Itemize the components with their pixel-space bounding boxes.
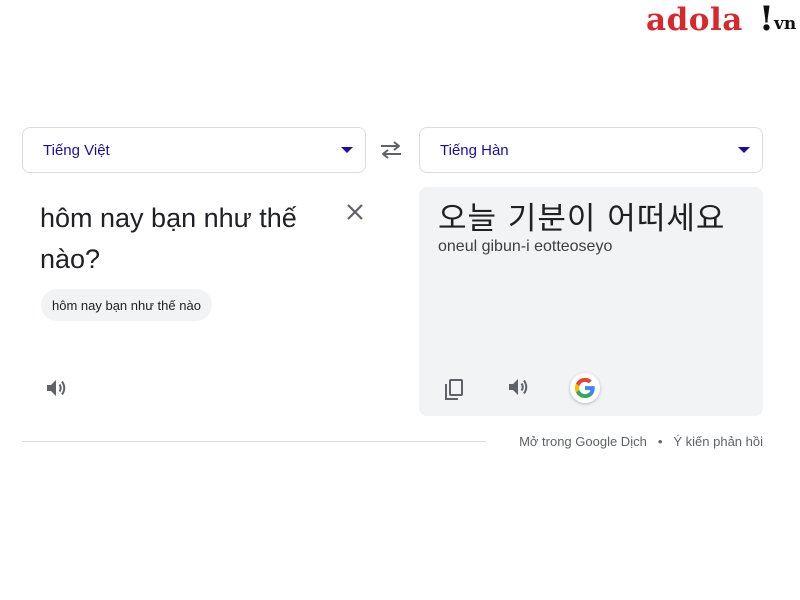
target-language-label: Tiếng Hàn: [440, 141, 509, 159]
footer-separator: •: [657, 434, 663, 449]
watermark-tld: vn: [774, 14, 797, 34]
source-language-select[interactable]: Tiếng Việt: [22, 127, 366, 173]
copy-icon: [445, 379, 463, 400]
source-listen-button[interactable]: [42, 374, 70, 402]
footer-divider: [22, 441, 486, 442]
google-logo-button[interactable]: [570, 373, 600, 403]
source-language-label: Tiếng Việt: [43, 141, 110, 159]
translation-panel: 오늘 기분이 어떠세요 oneul gibun-i eotteoseyo: [419, 187, 763, 416]
suggestion-chip[interactable]: hôm nay bạn như thế nào: [41, 289, 212, 321]
copy-translation-button[interactable]: [440, 376, 468, 404]
romanization-text: oneul gibun-i eotteoseyo: [438, 238, 613, 255]
google-logo-icon: [574, 377, 595, 399]
swap-languages-button[interactable]: [373, 136, 409, 164]
translated-text: 오늘 기분이 어떠세요: [438, 201, 726, 237]
dropdown-arrow-icon: [738, 147, 750, 153]
footer-links: Mở trong Google Dịch • Ý kiến phản hồi: [519, 434, 763, 449]
dropdown-arrow-icon: [341, 147, 353, 153]
feedback-link[interactable]: Ý kiến phản hồi: [673, 434, 763, 449]
target-language-select[interactable]: Tiếng Hàn: [419, 127, 763, 173]
source-text-input[interactable]: hôm nay bạn như thế nào?: [40, 198, 320, 280]
clear-text-button[interactable]: [343, 200, 367, 224]
swap-languages-icon: [381, 141, 401, 159]
watermark-brand: adola: [646, 2, 743, 38]
target-listen-button[interactable]: [504, 373, 532, 401]
open-in-google-translate-link[interactable]: Mở trong Google Dịch: [519, 434, 647, 449]
speaker-icon: [509, 379, 528, 395]
speaker-icon: [47, 380, 66, 396]
watermark-bang: !: [759, 0, 774, 39]
close-icon: [347, 204, 363, 220]
adola-watermark: adola ! vn: [646, 0, 800, 39]
